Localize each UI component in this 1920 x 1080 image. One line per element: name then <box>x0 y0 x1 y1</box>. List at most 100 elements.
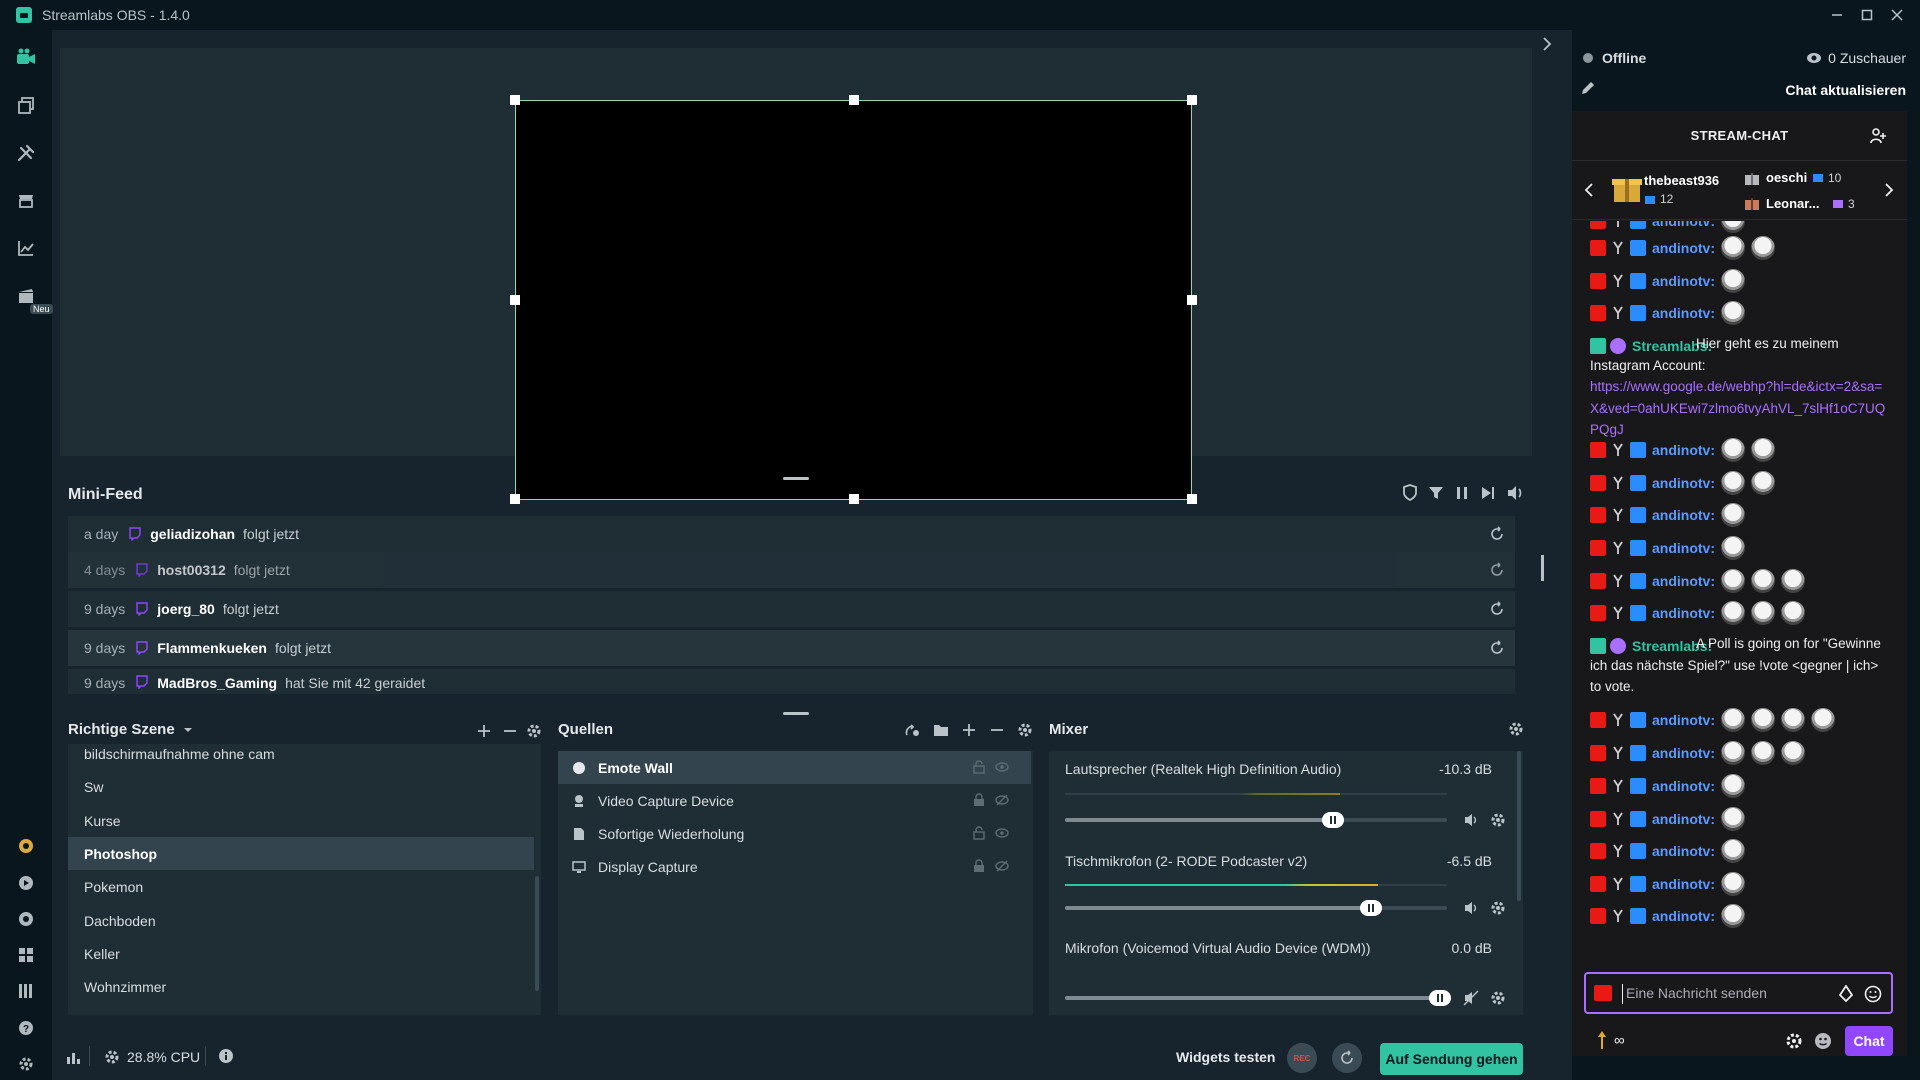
eye-off-icon[interactable] <box>995 793 1009 807</box>
volume-slider-knob[interactable] <box>1429 990 1451 1006</box>
source-item[interactable]: Video Capture Device <box>558 784 1031 817</box>
channel-points-icon[interactable] <box>1596 1030 1608 1050</box>
channel-settings-icon[interactable] <box>1490 812 1506 828</box>
chevron-left-icon[interactable] <box>1584 183 1594 197</box>
maximize-button[interactable] <box>1850 0 1884 30</box>
studio-preview[interactable] <box>60 48 1532 504</box>
minimize-button[interactable] <box>1820 0 1854 30</box>
replay-icon[interactable] <box>1489 640 1505 656</box>
unlock-icon[interactable] <box>973 760 985 774</box>
twitch-icon <box>136 675 148 689</box>
chat-input[interactable]: Eine Nachricht senden <box>1584 972 1893 1014</box>
add-source-icon[interactable] <box>961 722 977 738</box>
source-link-icon[interactable] <box>903 721 921 739</box>
eye-off-icon[interactable] <box>995 859 1009 873</box>
resize-handle-t[interactable] <box>849 95 859 105</box>
chat-settings-icon[interactable] <box>1785 1032 1803 1050</box>
volume-slider[interactable] <box>1065 812 1447 828</box>
themes-icon[interactable] <box>14 94 38 118</box>
replay-icon[interactable] <box>1489 562 1505 578</box>
lock-icon[interactable] <box>973 859 985 873</box>
tools-icon[interactable] <box>14 141 38 165</box>
studio-mode-icon[interactable] <box>14 46 38 70</box>
resize-grip[interactable] <box>783 712 809 715</box>
send-chat-button[interactable]: Chat <box>1845 1026 1893 1056</box>
replay-icon[interactable] <box>1489 526 1505 542</box>
test-widgets-button[interactable]: Widgets testen <box>1176 1049 1275 1065</box>
cloudbot-icon[interactable] <box>14 871 38 895</box>
scene-scrollbar[interactable] <box>535 876 539 991</box>
scene-settings-icon[interactable] <box>526 723 542 739</box>
close-button[interactable] <box>1880 0 1914 30</box>
lock-icon[interactable] <box>973 793 985 807</box>
volume-slider-knob[interactable] <box>1360 900 1383 916</box>
volume-slider[interactable] <box>1065 900 1447 916</box>
source-item-active[interactable]: Emote Wall <box>558 751 1031 784</box>
scene-item-active[interactable]: Photoshop <box>68 837 534 870</box>
speaker-muted-icon[interactable] <box>1463 990 1479 1006</box>
channel-settings-icon[interactable] <box>1490 900 1506 916</box>
edit-icon[interactable] <box>1580 80 1596 96</box>
remove-scene-icon[interactable] <box>502 723 518 739</box>
bits-icon[interactable] <box>1838 985 1854 1003</box>
scene-item[interactable]: Sw <box>68 770 539 803</box>
prime-icon[interactable] <box>14 834 38 858</box>
scene-item[interactable]: Dachboden <box>68 904 539 937</box>
speaker-icon[interactable] <box>1463 900 1479 916</box>
filter-icon[interactable] <box>1428 484 1444 502</box>
chat-icon[interactable] <box>14 907 38 931</box>
mixer-settings-icon[interactable] <box>1508 721 1524 737</box>
identity-icon[interactable] <box>1814 1032 1832 1050</box>
pause-icon[interactable] <box>1454 484 1470 502</box>
volume-slider[interactable] <box>1065 990 1451 1006</box>
bits-badge-icon <box>1613 779 1623 792</box>
scene-collection-title[interactable]: Richtige Szene <box>68 721 193 738</box>
analytics-icon[interactable] <box>14 236 38 260</box>
scene-item[interactable]: bildschirmaufnahme ohne cam <box>68 744 539 770</box>
store-icon[interactable] <box>14 188 38 212</box>
remove-source-icon[interactable] <box>989 722 1005 738</box>
source-item[interactable]: Display Capture <box>558 850 1031 883</box>
layout-columns-icon[interactable] <box>14 979 38 1003</box>
source-item[interactable]: Sofortige Wiederholung <box>558 817 1031 850</box>
scene-item[interactable]: Keller <box>68 937 539 970</box>
scene-canvas[interactable] <box>510 95 1197 504</box>
shield-icon[interactable] <box>1402 484 1418 502</box>
go-live-button[interactable]: Auf Sendung gehen <box>1380 1043 1523 1075</box>
emote-picker-icon[interactable] <box>1864 985 1882 1003</box>
emote-icon <box>1781 741 1805 765</box>
folder-add-icon[interactable] <box>932 721 950 739</box>
resize-handle-tl[interactable] <box>510 95 520 105</box>
settings-icon[interactable] <box>14 1052 38 1076</box>
resize-handle-tr[interactable] <box>1187 95 1197 105</box>
record-button[interactable]: REC <box>1287 1043 1317 1073</box>
side-resize-grip[interactable] <box>1541 555 1544 581</box>
resize-handle-r[interactable] <box>1187 295 1197 305</box>
scene-item[interactable]: Kurse <box>68 804 539 837</box>
replay-icon[interactable] <box>1489 601 1505 617</box>
users-icon[interactable] <box>1870 127 1888 145</box>
chat-link[interactable]: https://www.google.de/webhp?hl=de&ictx=2… <box>1590 376 1890 441</box>
resize-handle-l[interactable] <box>510 295 520 305</box>
volume-icon[interactable] <box>1506 484 1524 502</box>
chevron-right-icon[interactable] <box>1884 183 1894 197</box>
unlock-icon[interactable] <box>973 826 985 840</box>
eye-icon[interactable] <box>995 760 1009 774</box>
layout-icon[interactable] <box>14 943 38 967</box>
mixer-scrollbar[interactable] <box>1517 751 1521 901</box>
volume-slider-knob[interactable] <box>1322 812 1345 828</box>
collapse-chat-chevron-icon[interactable] <box>1538 32 1556 56</box>
channel-settings-icon[interactable] <box>1490 990 1506 1006</box>
add-scene-icon[interactable] <box>476 723 492 739</box>
skip-icon[interactable] <box>1480 484 1496 502</box>
scene-item[interactable]: Pokemon <box>68 870 539 903</box>
eye-icon[interactable] <box>995 826 1009 840</box>
scene-item[interactable]: Wohnzimmer <box>68 970 539 1003</box>
source-settings-icon[interactable] <box>1017 722 1033 738</box>
refresh-chat-button[interactable]: Chat aktualisieren <box>1785 82 1906 98</box>
speaker-icon[interactable] <box>1463 812 1479 828</box>
help-icon[interactable]: ? <box>14 1016 38 1040</box>
info-icon[interactable] <box>218 1048 234 1064</box>
replay-buffer-button[interactable] <box>1332 1043 1362 1073</box>
performance-stats-icon[interactable] <box>66 1049 82 1065</box>
